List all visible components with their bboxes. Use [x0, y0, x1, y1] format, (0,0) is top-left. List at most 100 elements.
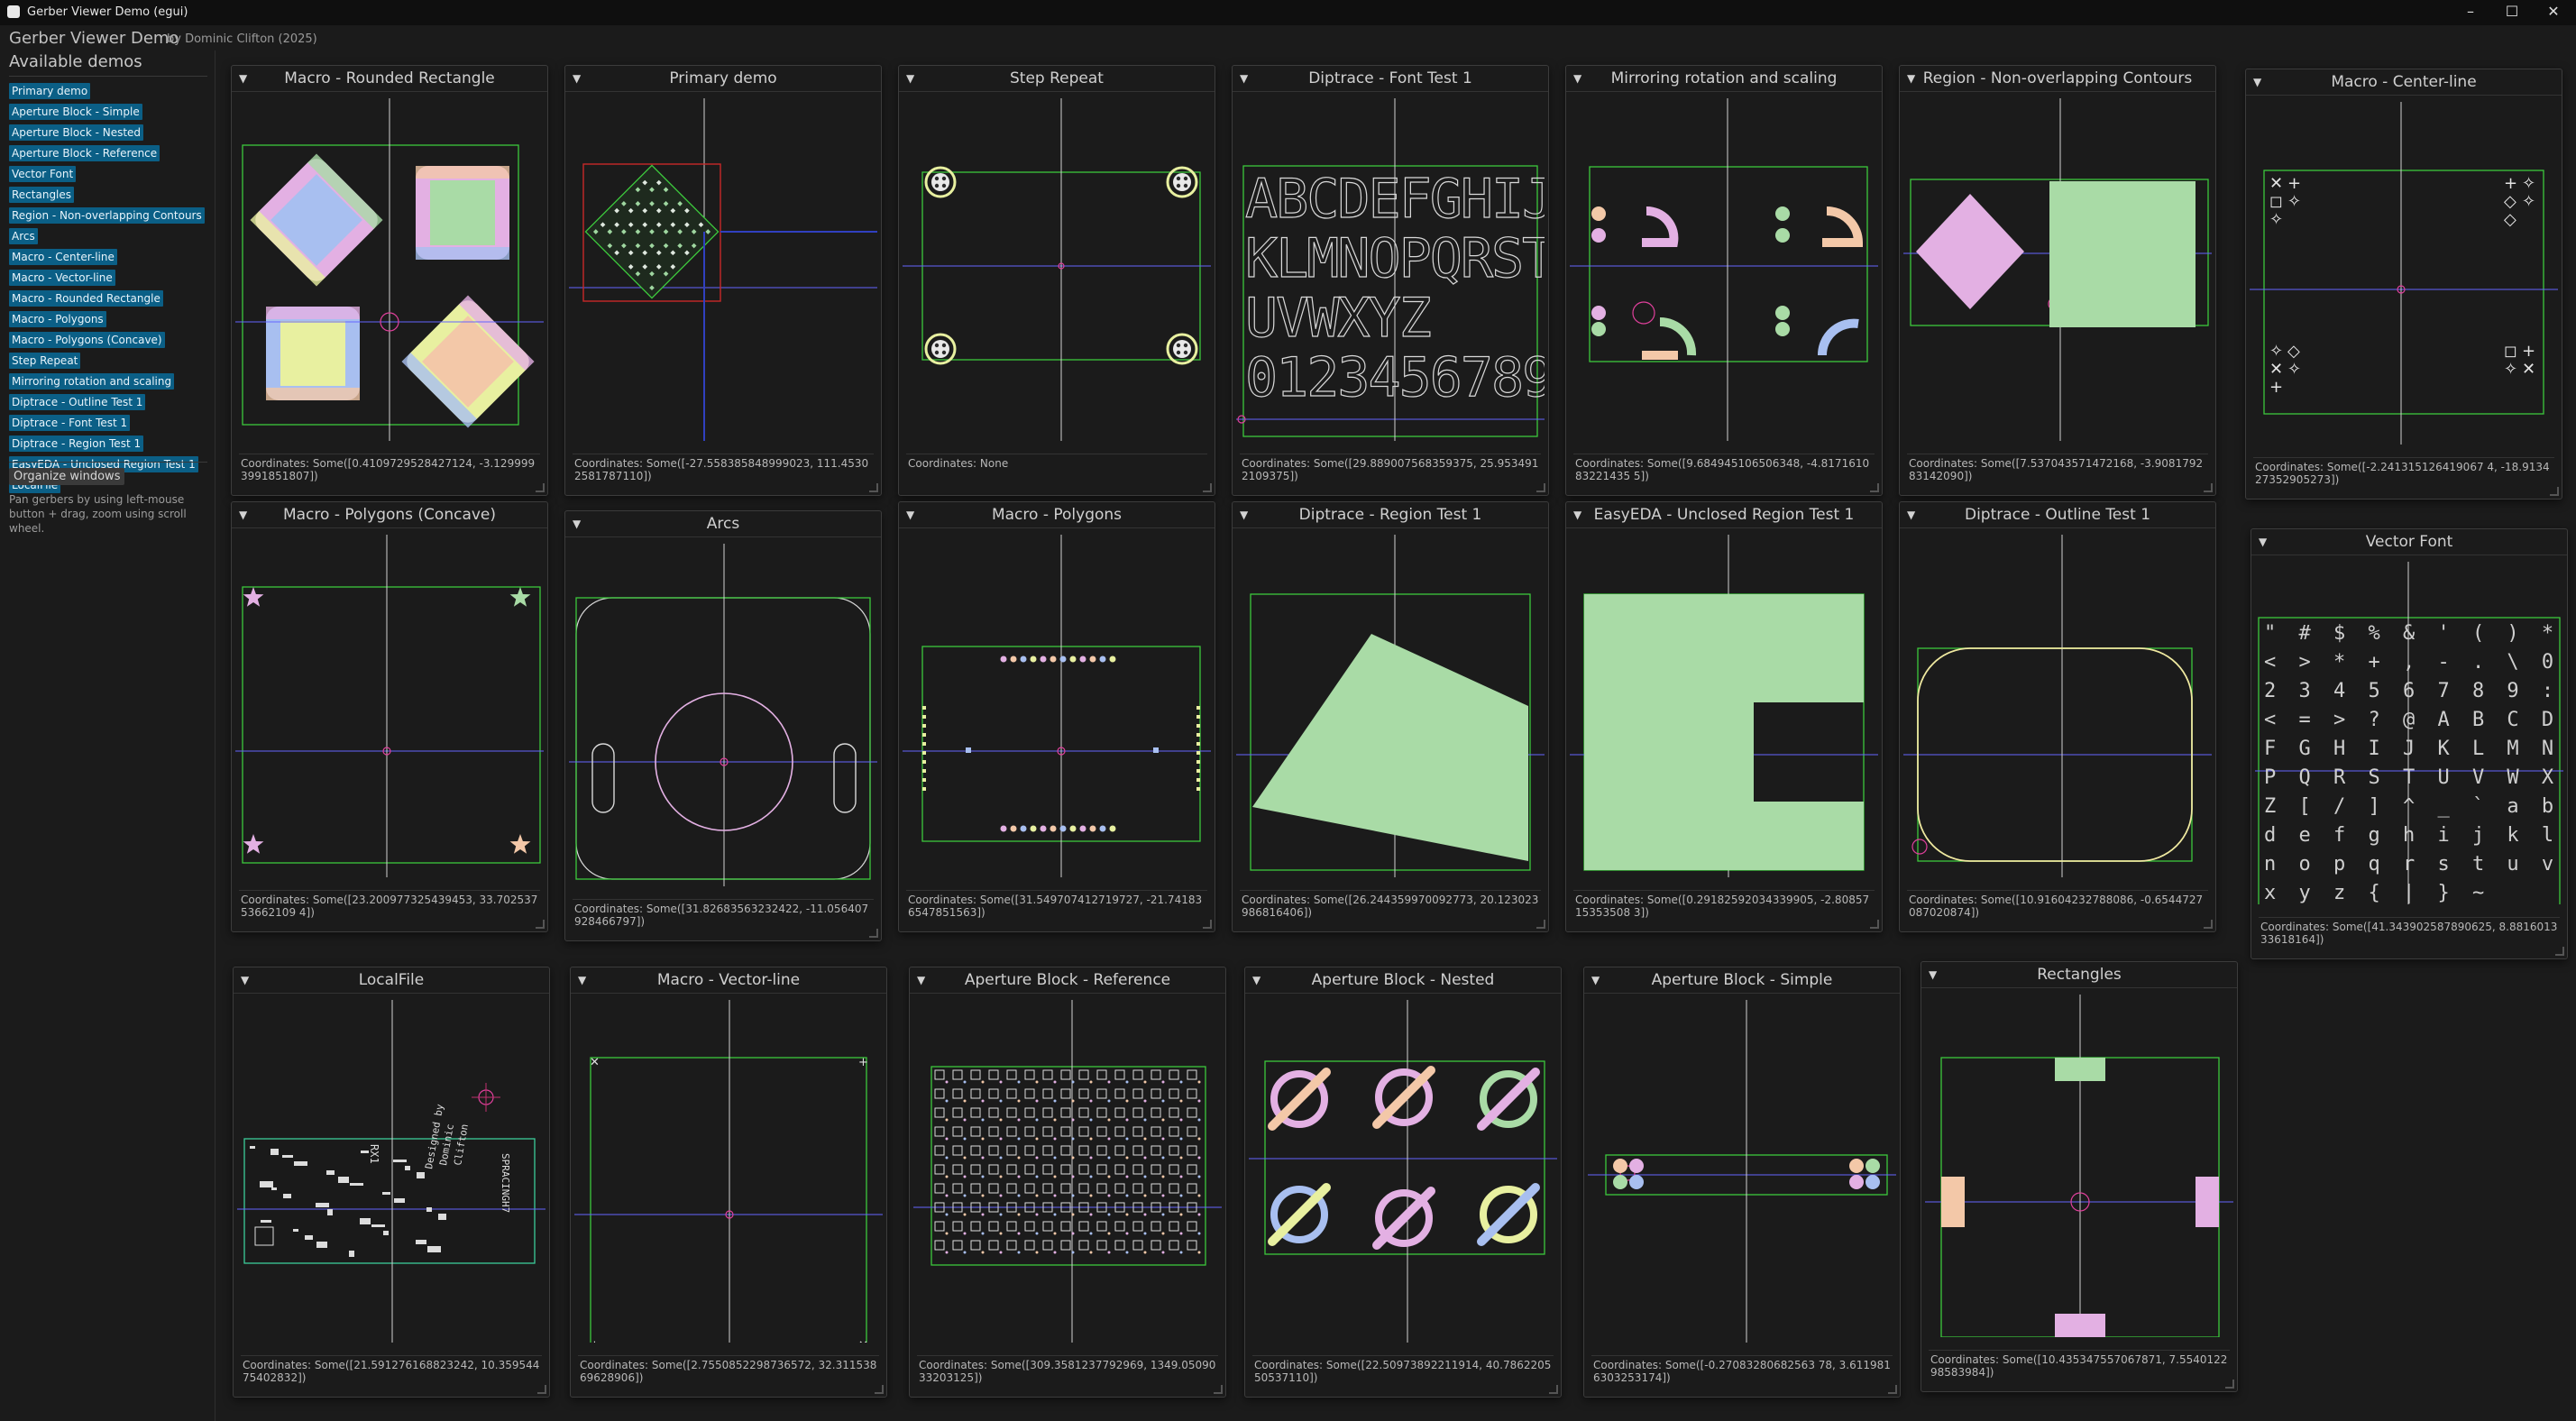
viewer-window[interactable]: ▼ Aperture Block - Simple Coordinates: Som…	[1583, 967, 1901, 1398]
resize-handle[interactable]	[1888, 1385, 1897, 1394]
window-title-bar[interactable]: ▼ Region - Non-overlapping Contours	[1900, 66, 2215, 92]
viewer-window[interactable]: ▼ LocalFile RX1 Designed by Dominic Clifton SP…	[233, 967, 550, 1398]
gerber-canvas[interactable]	[903, 98, 1211, 441]
demo-item[interactable]: Diptrace - Outline Test 1	[9, 394, 146, 410]
gerber-canvas[interactable]	[1903, 98, 2212, 441]
resize-handle[interactable]	[1203, 483, 1212, 492]
demo-item[interactable]: Macro - Center-line	[9, 249, 117, 265]
demo-item[interactable]: Step Repeat	[9, 353, 81, 369]
demo-item[interactable]: Rectangles	[9, 187, 75, 203]
window-title-bar[interactable]: ▼ Mirroring rotation and scaling	[1566, 66, 1882, 92]
gerber-canvas[interactable]	[913, 1000, 1222, 1343]
window-title-bar[interactable]: ▼ EasyEDA - Unclosed Region Test 1	[1566, 502, 1882, 528]
resize-handle[interactable]	[536, 920, 545, 929]
viewer-window[interactable]: ▼ Macro - Rounded Rectangle Coordinates: S…	[231, 65, 548, 496]
resize-handle[interactable]	[2225, 1380, 2234, 1389]
resize-handle[interactable]	[1214, 1385, 1223, 1394]
gerber-canvas[interactable]	[1588, 1000, 1896, 1343]
resize-handle[interactable]	[1870, 920, 1879, 929]
demo-item[interactable]: Diptrace - Font Test 1	[9, 415, 131, 431]
window-title-bar[interactable]: ▼ Aperture Block - Nested	[1245, 967, 1561, 994]
window-title-bar[interactable]: ▼ Diptrace - Font Test 1	[1233, 66, 1548, 92]
gerber-canvas[interactable]	[1236, 535, 1545, 877]
resize-handle[interactable]	[537, 1385, 546, 1394]
viewer-window[interactable]: ▼ EasyEDA - Unclosed Region Test 1 Coordin…	[1565, 501, 1883, 932]
resize-handle[interactable]	[1870, 483, 1879, 492]
gerber-canvas[interactable]	[1249, 1000, 1557, 1343]
gerber-canvas[interactable]: ✕ + + ✕	[574, 1000, 883, 1343]
window-title-bar[interactable]: ▼ LocalFile	[234, 967, 549, 994]
demo-item[interactable]: Mirroring rotation and scaling	[9, 373, 175, 390]
viewer-window[interactable]: ▼ Region - Non-overlapping Contours Coordi…	[1899, 65, 2216, 496]
window-title-bar[interactable]: ▼ Diptrace - Region Test 1	[1233, 502, 1548, 528]
resize-handle[interactable]	[2550, 487, 2559, 496]
viewer-window[interactable]: ▼ Diptrace - Font Test 1 ABCDEFGHIJ KLMNOPQ…	[1232, 65, 1549, 496]
window-title-bar[interactable]: ▼ Macro - Polygons (Concave)	[232, 502, 547, 528]
demo-item[interactable]: Arcs	[9, 228, 38, 244]
window-title-bar[interactable]: ▼ Diptrace - Outline Test 1	[1900, 502, 2215, 528]
window-title-bar[interactable]: ▼ Aperture Block - Reference	[910, 967, 1225, 994]
window-title-bar[interactable]: ▼ Arcs	[565, 511, 881, 537]
viewer-window[interactable]: ▼ Rectangles Coordinates: Some([10.4353475…	[1921, 961, 2238, 1392]
viewer-window[interactable]: ▼ Mirroring rotation and scaling Coordinat…	[1565, 65, 1883, 496]
close-button[interactable]: ✕	[2535, 3, 2571, 23]
viewer-window[interactable]: ▼Macro - Vector-line ✕ + + ✕ Coordinates: Som…	[570, 967, 887, 1398]
gerber-canvas[interactable]	[1925, 995, 2233, 1337]
demo-item[interactable]: Primary demo	[9, 83, 91, 99]
window-title-bar[interactable]: ▼ Vector Font	[2251, 529, 2567, 555]
viewer-window[interactable]: ▼ Macro - Polygons Coordinates: Some([31.5…	[898, 501, 1215, 932]
viewer-window[interactable]: ▼ Primary demo Coordinates: Some([-27.5583…	[564, 65, 882, 496]
demo-item[interactable]: Diptrace - Region Test 1	[9, 435, 144, 452]
resize-handle[interactable]	[2204, 920, 2213, 929]
gerber-canvas[interactable]	[1570, 98, 1878, 441]
gerber-canvas[interactable]: " # $ % & ' ( ) * + < > * + , - . \ 0 1 2 …	[2255, 562, 2563, 904]
window-title-bar[interactable]: ▼ Primary demo	[565, 66, 881, 92]
viewer-window[interactable]: ▼ Aperture Block - Reference Coordinates: …	[909, 967, 1226, 1398]
viewer-window[interactable]: ▼ Macro - Polygons (Concave) Coordinates: …	[231, 501, 548, 932]
viewer-window[interactable]: ▼ Diptrace - Outline Test 1 Coordinates: S…	[1899, 501, 2216, 932]
gerber-canvas[interactable]	[235, 535, 544, 877]
resize-handle[interactable]	[869, 929, 878, 938]
resize-handle[interactable]	[1549, 1385, 1558, 1394]
resize-handle[interactable]	[869, 483, 878, 492]
demo-item[interactable]: Aperture Block - Reference	[9, 145, 160, 161]
gerber-canvas[interactable]	[1903, 535, 2212, 877]
window-title-bar[interactable]: ▼ Aperture Block - Simple	[1584, 967, 1900, 994]
window-title-bar[interactable]: ▼ Step Repeat	[899, 66, 1215, 92]
demo-item[interactable]: Macro - Vector-line	[9, 270, 115, 286]
viewer-window[interactable]: ▼ Macro - Center-line ✕ + ◻ ✧ ✧ + ✧ ◇ ✧ ◇ ✧ ◇ ✕ ✧ + ◻ + ✧ ✕ C…	[2245, 69, 2562, 500]
resize-handle[interactable]	[875, 1385, 884, 1394]
window-title-bar[interactable]: ▼ Rectangles	[1921, 962, 2237, 988]
gerber-canvas[interactable]	[569, 98, 877, 441]
viewer-window[interactable]: ▼ Vector Font " # $ % & ' ( ) * + < > * + ,…	[2251, 528, 2568, 959]
resize-handle[interactable]	[1203, 920, 1212, 929]
gerber-canvas[interactable]: RX1 Designed byDominicCliftonSPRACINGH7	[237, 1000, 545, 1343]
gerber-canvas[interactable]	[569, 544, 877, 886]
demo-item[interactable]: Region - Non-overlapping Contours	[9, 207, 205, 224]
window-title-bar[interactable]: ▼ Macro - Polygons	[899, 502, 1215, 528]
gerber-canvas[interactable]	[1570, 535, 1878, 877]
window-title-bar[interactable]: ▼ Macro - Center-line	[2246, 69, 2562, 96]
gerber-canvas[interactable]	[903, 535, 1211, 877]
demo-item[interactable]: Macro - Rounded Rectangle	[9, 290, 163, 307]
resize-handle[interactable]	[536, 483, 545, 492]
viewer-window[interactable]: ▼ Arcs Coordinates: Some([31.8268356323242…	[564, 510, 882, 941]
window-title-bar[interactable]: ▼ Macro - Vector-line	[571, 967, 886, 994]
gerber-canvas[interactable]: ✕ +◻ ✧✧+ ✧◇ ✧◇✧ ◇✕ ✧+◻ +✧ ✕	[2250, 102, 2558, 445]
viewer-window[interactable]: ▼ Diptrace - Region Test 1 Coordinates: So…	[1232, 501, 1549, 932]
resize-handle[interactable]	[1536, 920, 1545, 929]
maximize-button[interactable]: ☐	[2494, 3, 2530, 23]
demo-item[interactable]: Aperture Block - Nested	[9, 124, 144, 141]
viewer-window[interactable]: ▼ Step Repeat Coordinates: None	[898, 65, 1215, 496]
minimize-button[interactable]: –	[2452, 3, 2489, 23]
organize-windows-button[interactable]: Organize windows	[9, 468, 125, 485]
resize-handle[interactable]	[2555, 947, 2564, 956]
demo-item[interactable]: Macro - Polygons	[9, 311, 106, 327]
resize-handle[interactable]	[1536, 483, 1545, 492]
gerber-canvas[interactable]	[235, 98, 544, 441]
viewer-window[interactable]: ▼ Aperture Block - Nested Coordinates: Som…	[1244, 967, 1562, 1398]
demo-item[interactable]: Macro - Polygons (Concave)	[9, 332, 165, 348]
gerber-canvas[interactable]: ABCDEFGHIJKLMNOPQRSTUVWXYZ0123456789	[1236, 98, 1545, 441]
resize-handle[interactable]	[2204, 483, 2213, 492]
demo-item[interactable]: Vector Font	[9, 166, 77, 182]
